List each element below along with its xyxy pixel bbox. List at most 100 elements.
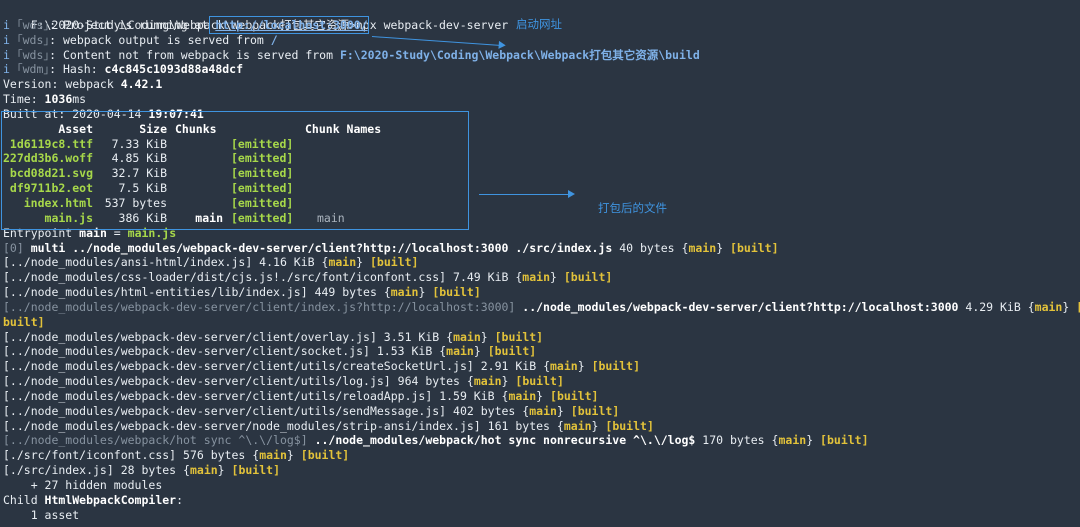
assets-arrow [479, 190, 575, 198]
child-asset-count-line: 1 asset [3, 508, 1080, 523]
module-prefix: [0] [3, 240, 31, 255]
annotation-start-url: 启动网址 [516, 17, 562, 31]
entrypoint-line: Entrypoint main = main.js [3, 226, 1080, 241]
asset-name: main.js [44, 210, 93, 225]
module-row: [../node_modules/webpack-dev-server/clie… [3, 329, 544, 344]
asset-row: main.js 386 KiB main [emitted] main [3, 211, 1080, 226]
asset-name: index.html [23, 195, 93, 210]
asset-size: 386 KiB [118, 210, 167, 225]
child-colon: : [176, 492, 184, 507]
child-compiler-name: HtmlWebpackCompiler [44, 492, 177, 507]
asset-name: 227dd3b6.woff [3, 151, 94, 166]
asset-size: 4.85 KiB [111, 151, 167, 166]
module-status: [built] [515, 374, 564, 389]
module-size: 2.91 KiB [473, 359, 544, 374]
asset-name: df9711b2.eot [9, 181, 93, 196]
asset-chunks: main [195, 210, 223, 225]
module-chunk: main [563, 418, 592, 433]
module-status: [built] [550, 388, 599, 403]
asset-row: 1d6119c8.ttf 7.33 KiB [emitted] [3, 137, 1080, 152]
time-line: Time: 1036ms [3, 92, 1080, 107]
wds-tag: ｢wds｣ [16, 47, 50, 62]
local-url-link[interactable]: http://localhost:3000/ [215, 18, 367, 32]
build-time: 1036 [44, 92, 73, 107]
asset-chunk-names: main [317, 210, 345, 225]
module-chunk: main [550, 359, 578, 374]
module-path: [../node_modules/webpack-dev-server/clie… [3, 388, 433, 403]
module-path: [../node_modules/webpack-dev-server/clie… [3, 344, 370, 359]
entrypoint-eq: = [106, 225, 128, 240]
module-status: [built] [300, 448, 350, 463]
terminal-output: F:\2020-Study\Coding\Webpack\Webpack打包其它… [3, 3, 1080, 523]
asset-status: [emitted] [231, 195, 294, 210]
module-status: [built] [820, 433, 869, 448]
time-label: Time: [3, 92, 45, 107]
log-text: : Hash: [49, 62, 105, 77]
asset-name: 1d6119c8.ttf [9, 136, 93, 151]
module-row: [../node_modules/html-entities/lib/index… [3, 285, 481, 300]
asset-name: bcd08d21.svg [9, 166, 93, 181]
module-chunk: main [390, 285, 419, 300]
module-chunk: main [328, 255, 357, 270]
webpack-version: 4.42.1 [120, 77, 163, 92]
module-chunk: main [508, 388, 537, 403]
module-size: 1.53 KiB [369, 344, 440, 359]
info-marker: i [3, 47, 10, 62]
module-status: [built] [563, 270, 613, 285]
asset-status: [emitted] [231, 166, 294, 181]
module-chunk: main [529, 403, 557, 418]
log-text: : Project is running at [49, 17, 216, 32]
info-marker: i [3, 17, 10, 32]
module-row: [../node_modules/webpack-dev-server/clie… [3, 388, 599, 403]
assets-table-header: Asset Size Chunks Chunk Names [3, 122, 1080, 137]
log-line-hash: i ｢wdm｣: Hash: c4c845c1093d88a48dcf [3, 62, 1080, 77]
module-size: 40 bytes [612, 240, 682, 255]
module-size: 576 bytes [176, 448, 253, 463]
module-path: [../node_modules/html-entities/lib/index… [3, 285, 308, 300]
built-at-time: 19:07:41 [148, 106, 204, 121]
wds-tag: ｢wds｣ [16, 17, 50, 32]
hidden-modules-text: + 27 hidden modules [3, 478, 163, 492]
module-row: [0] multi ../node_modules/webpack-dev-se… [3, 240, 779, 255]
module-path: ../node_modules/webpack/hot sync nonrecu… [314, 433, 696, 448]
module-status: [built] [231, 463, 280, 478]
asset-row: bcd08d21.svg 32.7 KiB [emitted] [3, 166, 1080, 181]
module-path: [../node_modules/webpack-dev-server/node… [3, 418, 481, 433]
module-size: 4.29 KiB [958, 299, 1028, 314]
entrypoint-name: main [79, 225, 107, 240]
info-marker: i [3, 62, 10, 77]
header-chunk-names: Chunk Names [305, 121, 382, 136]
wds-tag: ｢wds｣ [16, 32, 50, 47]
built-at-label: Built at: 2020-04-14 [3, 106, 149, 121]
module-row: [../node_modules/webpack-dev-server/clie… [3, 344, 537, 359]
version-label: Version: webpack [3, 77, 121, 92]
child-asset-count: 1 asset [3, 507, 80, 522]
module-path: multi ../node_modules/webpack-dev-server… [30, 240, 613, 255]
module-row: [./src/index.js] 28 bytes {main} [built] [3, 463, 280, 478]
module-chunk: main [1034, 299, 1063, 314]
header-asset: Asset [58, 121, 93, 136]
asset-size: 32.7 KiB [111, 166, 167, 181]
module-row-wrap: built] [3, 315, 1080, 330]
asset-row: index.html 537 bytes [emitted] [3, 196, 1080, 211]
log-text: : Content not from webpack is served fro… [49, 47, 340, 62]
module-size: 964 bytes [390, 374, 467, 389]
module-path: [./src/index.js] [3, 463, 114, 478]
module-size: 449 bytes [307, 285, 384, 300]
module-status: [built] [605, 418, 654, 433]
header-chunks: Chunks [175, 121, 217, 136]
module-size: 170 bytes [695, 433, 772, 448]
info-marker: i [3, 32, 10, 47]
module-path: [../node_modules/css-loader/dist/cjs.js!… [3, 270, 447, 285]
asset-size: 537 bytes [104, 195, 167, 210]
module-chunk: main [778, 433, 807, 448]
asset-row: 227dd3b6.woff 4.85 KiB [emitted] [3, 151, 1080, 166]
module-prefix: [../node_modules/webpack/hot sync ^\.\/l… [3, 433, 315, 448]
module-prefix: [../node_modules/webpack-dev-server/clie… [3, 299, 523, 314]
module-size: 7.49 KiB [446, 270, 516, 285]
module-row: [./src/font/iconfont.css] 576 bytes {mai… [3, 448, 350, 463]
module-status: [built] [570, 403, 620, 418]
module-status: [built] [591, 359, 641, 374]
module-status: [built] [730, 240, 779, 255]
asset-status: [emitted] [231, 136, 294, 151]
